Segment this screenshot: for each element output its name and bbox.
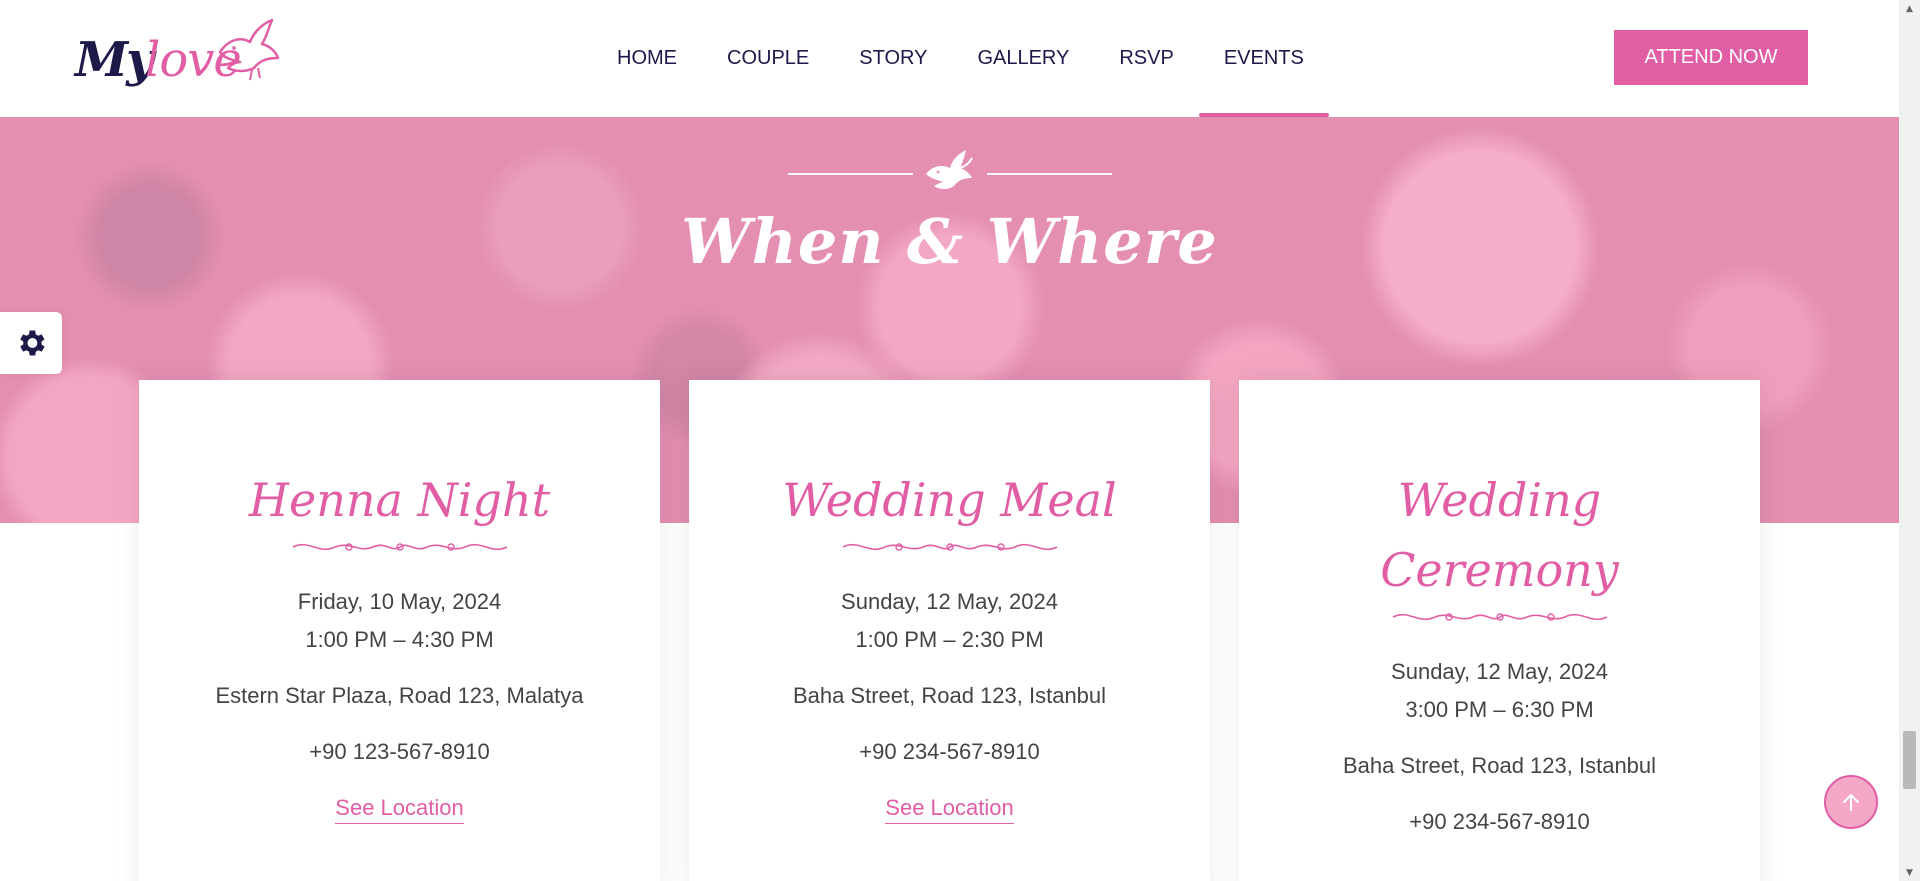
event-time: 1:00 PM – 4:30 PM — [305, 627, 494, 652]
page-scrollbar[interactable]: ▲ ▼ — [1899, 0, 1920, 881]
scroll-down-arrow-icon[interactable]: ▼ — [1899, 864, 1920, 881]
section-title: When & Where — [681, 205, 1218, 278]
event-address: Baha Street, Road 123, Istanbul — [792, 683, 1107, 708]
event-time: 3:00 PM – 6:30 PM — [1405, 697, 1594, 722]
event-card-wedding-ceremony: Wedding Ceremony Sunday, 12 May, 2024 3:… — [1239, 380, 1760, 881]
nav-item-story[interactable]: STORY — [834, 0, 952, 117]
swirl-divider-icon — [842, 543, 1057, 551]
settings-toggle[interactable] — [0, 312, 62, 374]
event-date: Friday, 10 May, 2024 — [297, 589, 502, 614]
main-nav: HOME COUPLE STORY GALLERY RSVP EVENTS — [592, 0, 1329, 117]
event-title: Henna Night — [248, 473, 551, 527]
site-header: My love HOME COUPLE STORY GALLERY RSVP E… — [0, 0, 1899, 117]
event-title-line2: Ceremony — [1380, 543, 1619, 597]
event-card-wedding-meal: Wedding Meal Sunday, 12 May, 2024 1:00 P… — [689, 380, 1210, 881]
event-date: Sunday, 12 May, 2024 — [1391, 659, 1608, 684]
see-location-link[interactable]: See Location — [335, 795, 464, 824]
back-to-top-button[interactable] — [1824, 775, 1878, 829]
event-phone: +90 234-567-8910 — [1409, 809, 1590, 834]
nav-item-rsvp[interactable]: RSVP — [1094, 0, 1198, 117]
scrollbar-thumb[interactable] — [1903, 731, 1916, 789]
event-date: Sunday, 12 May, 2024 — [841, 589, 1058, 614]
event-title: Wedding Meal — [782, 473, 1117, 527]
swirl-divider-icon — [292, 543, 507, 551]
logo-text-my: My — [75, 32, 154, 88]
event-address: Baha Street, Road 123, Istanbul — [1342, 753, 1657, 778]
event-address: Estern Star Plaza, Road 123, Malatya — [215, 683, 584, 708]
arrow-up-icon — [1843, 794, 1859, 811]
event-phone: +90 234-567-8910 — [859, 739, 1040, 764]
event-title-line1: Wedding — [1397, 473, 1602, 527]
hero-line-right — [987, 173, 1112, 175]
nav-item-home[interactable]: HOME — [592, 0, 702, 117]
see-location-link[interactable]: See Location — [885, 795, 1014, 824]
hero-line-left — [788, 173, 913, 175]
swirl-divider-icon — [1392, 613, 1607, 621]
event-card-henna-night: Henna Night Friday, 10 May, 2024 1:00 PM… — [139, 380, 660, 881]
dove-icon — [218, 18, 280, 81]
nav-item-events[interactable]: EVENTS — [1198, 0, 1329, 117]
attend-now-button[interactable]: ATTEND NOW — [1614, 30, 1808, 85]
logo[interactable]: My love — [75, 12, 285, 107]
nav-item-gallery[interactable]: GALLERY — [952, 0, 1094, 117]
gear-icon — [20, 330, 45, 356]
event-phone: +90 123-567-8910 — [309, 739, 490, 764]
scroll-up-arrow-icon[interactable]: ▲ — [1899, 0, 1920, 17]
nav-item-couple[interactable]: COUPLE — [702, 0, 834, 117]
dove-icon — [926, 150, 973, 189]
event-time: 1:00 PM – 2:30 PM — [855, 627, 1044, 652]
